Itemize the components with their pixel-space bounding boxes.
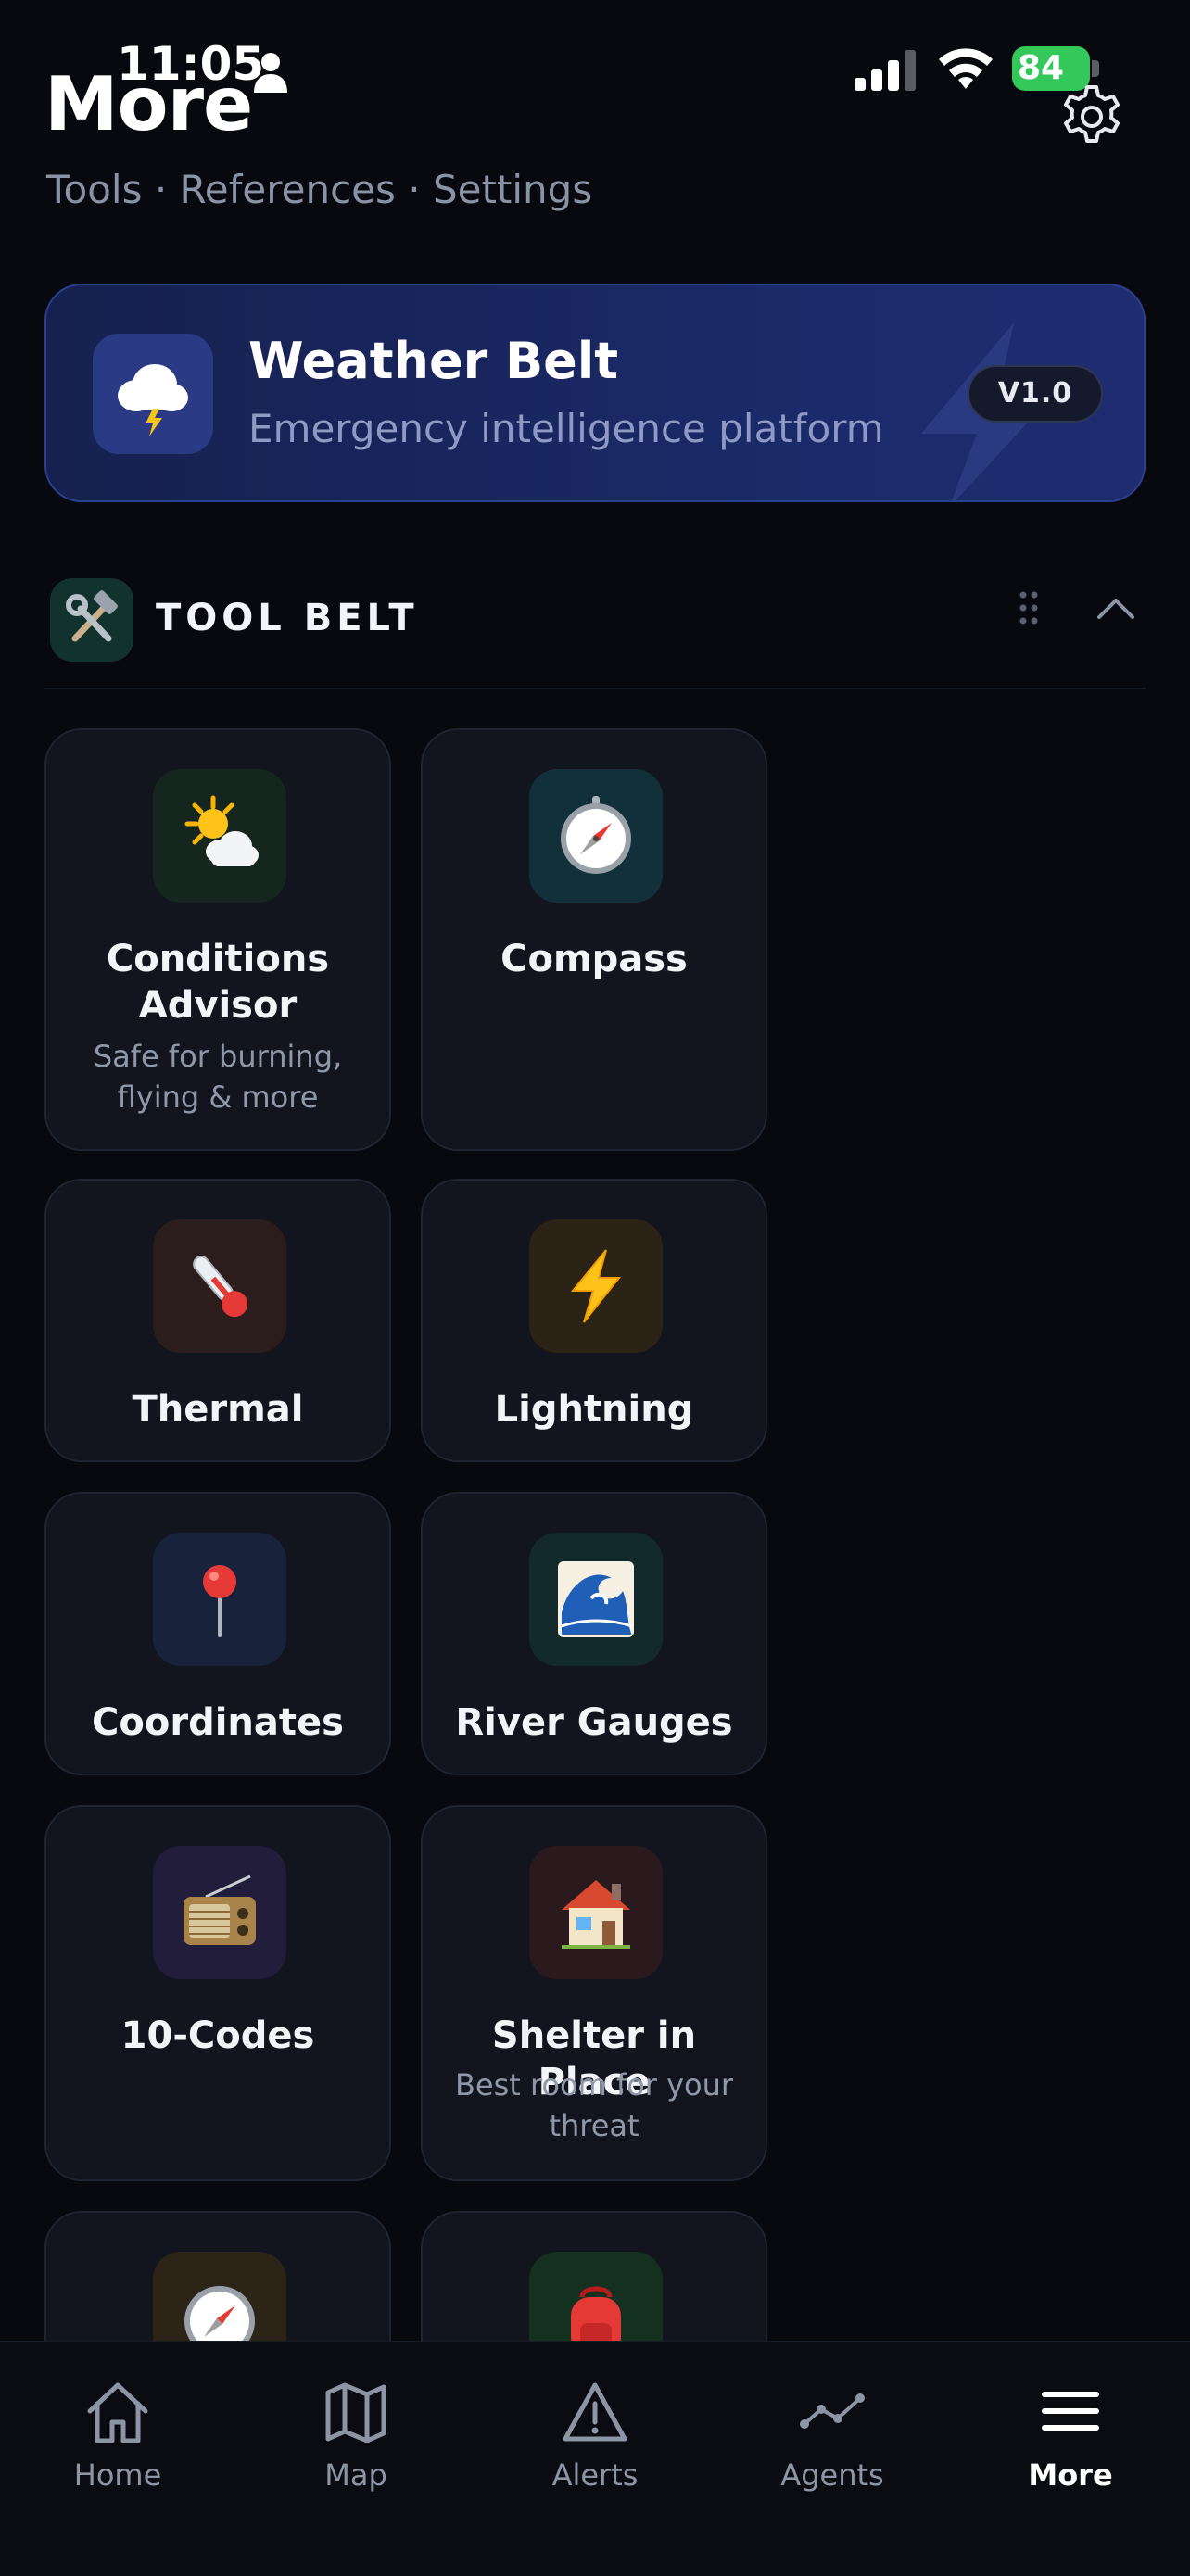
tool-tile-lightning[interactable]: Lightning (421, 1179, 767, 1462)
tile-title: Thermal (132, 1388, 304, 1431)
wifi-icon (939, 48, 993, 89)
tab-label: Map (324, 2457, 387, 2493)
tile-title: Compass (500, 938, 688, 980)
tab-label: Agents (780, 2457, 884, 2493)
tool-tile-thermal[interactable]: Thermal (44, 1179, 391, 1462)
agents-graph-icon (800, 2393, 865, 2429)
tool-tile-river-gauges[interactable]: River Gauges (421, 1492, 767, 1775)
tool-tile-shelter-in-place[interactable]: Shelter in Place Best room for your thre… (421, 1805, 767, 2181)
home-icon (87, 2382, 148, 2443)
weather-belt-card[interactable]: Weather Belt Emergency intelligence plat… (44, 284, 1146, 502)
cloud-lightning-icon (93, 334, 213, 454)
menu-icon (1042, 2392, 1099, 2431)
wave-icon (529, 1533, 663, 1666)
section-title: TOOL BELT (156, 597, 419, 639)
thermometer-icon (153, 1219, 286, 1353)
hero-subtitle: Emergency intelligence platform (248, 406, 884, 451)
sun-cloud-icon (153, 769, 286, 903)
tile-title: 10-Codes (120, 2014, 315, 2057)
tool-tile-coordinates[interactable]: Coordinates (44, 1492, 391, 1775)
tab-bar: Home Map Alerts Agents More (0, 2341, 1190, 2576)
tab-label: Alerts (551, 2457, 639, 2493)
page-title: More (44, 61, 253, 147)
version-badge: V1.0 (968, 365, 1103, 423)
page-subtitle: Tools · References · Settings (46, 167, 593, 212)
person-icon (254, 53, 287, 93)
chevron-up-icon[interactable] (1095, 589, 1136, 626)
settings-gear-icon[interactable] (1057, 82, 1127, 152)
hammer-wrench-icon (50, 578, 133, 662)
tab-alerts[interactable]: Alerts (502, 2367, 688, 2496)
tab-more[interactable]: More (978, 2367, 1163, 2496)
tool-tile-conditions-advisor[interactable]: Conditions Advisor Safe for burning, fly… (44, 728, 391, 1151)
house-icon (529, 1846, 663, 1979)
tab-home[interactable]: Home (25, 2367, 210, 2496)
radio-icon (153, 1846, 286, 1979)
tile-subtitle: Safe for burning, flying & more (93, 1039, 343, 1115)
tile-title: Coordinates (92, 1701, 344, 1744)
tool-belt-section-header: TOOL BELT (44, 575, 1146, 689)
tool-tile-compass[interactable]: Compass (421, 728, 767, 1151)
tile-title: Lightning (494, 1388, 694, 1431)
tab-agents[interactable]: Agents (740, 2367, 925, 2496)
map-icon (325, 2382, 386, 2443)
tab-label: Home (73, 2457, 162, 2493)
pin-icon (153, 1533, 286, 1666)
lightning-icon (529, 1219, 663, 1353)
drag-handle-icon[interactable] (1018, 589, 1040, 626)
signal-icon (855, 50, 916, 91)
hero-title: Weather Belt (248, 332, 619, 390)
tab-label: More (1028, 2457, 1113, 2493)
tile-title: Conditions Advisor (106, 938, 330, 1027)
alert-triangle-icon (563, 2382, 627, 2442)
tile-subtitle: Best room for your threat (454, 2067, 734, 2143)
tool-tile-10-codes[interactable]: 10-Codes (44, 1805, 391, 2181)
tile-title: River Gauges (455, 1701, 733, 1744)
tab-map[interactable]: Map (263, 2367, 449, 2496)
compass-icon (529, 769, 663, 903)
